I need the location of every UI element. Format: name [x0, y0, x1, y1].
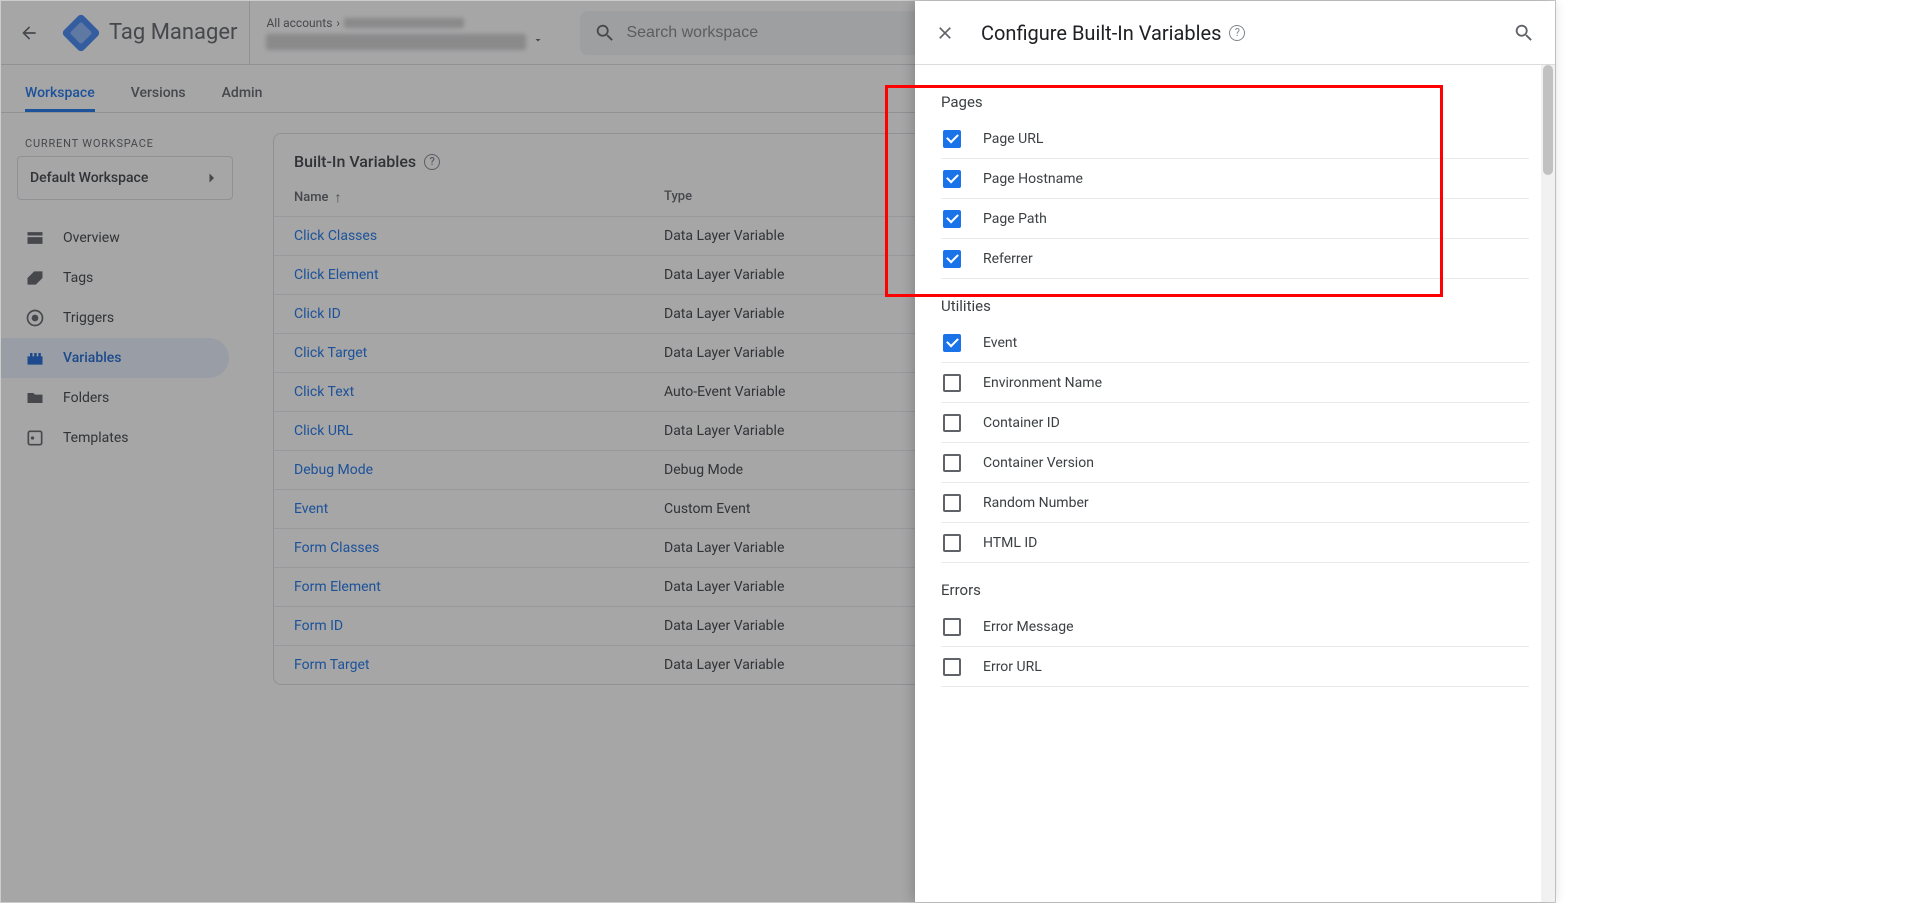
variable-option[interactable]: Event	[941, 323, 1529, 363]
option-label: Page Hostname	[983, 171, 1083, 187]
section-title: Pages	[941, 93, 1529, 111]
variable-option[interactable]: Error Message	[941, 607, 1529, 647]
variable-option[interactable]: Page Path	[941, 199, 1529, 239]
variable-option[interactable]: HTML ID	[941, 523, 1529, 563]
variable-option[interactable]: Environment Name	[941, 363, 1529, 403]
checkbox[interactable]	[943, 454, 961, 472]
checkbox[interactable]	[943, 414, 961, 432]
variable-option[interactable]: Page Hostname	[941, 159, 1529, 199]
option-label: Container ID	[983, 415, 1060, 431]
checkbox[interactable]	[943, 334, 961, 352]
option-label: Event	[983, 335, 1017, 351]
search-icon	[1513, 22, 1535, 44]
section-title: Utilities	[941, 297, 1529, 315]
option-label: Environment Name	[983, 375, 1102, 391]
option-label: Page Path	[983, 211, 1047, 227]
option-label: Error Message	[983, 619, 1074, 635]
variable-option[interactable]: Page URL	[941, 119, 1529, 159]
checkbox[interactable]	[943, 210, 961, 228]
checkbox[interactable]	[943, 130, 961, 148]
option-label: Referrer	[983, 251, 1033, 267]
close-icon	[935, 23, 955, 43]
configure-panel: Configure Built-In Variables ? Pages Page…	[915, 1, 1555, 902]
scrollbar-thumb[interactable]	[1543, 65, 1553, 175]
variable-option[interactable]: Error URL	[941, 647, 1529, 687]
checkbox[interactable]	[943, 374, 961, 392]
panel-title: Configure Built-In Variables	[981, 21, 1221, 45]
option-label: HTML ID	[983, 535, 1037, 551]
help-icon[interactable]: ?	[1229, 25, 1245, 41]
variable-option[interactable]: Random Number	[941, 483, 1529, 523]
checkbox[interactable]	[943, 658, 961, 676]
close-button[interactable]	[935, 23, 963, 43]
checkbox[interactable]	[943, 618, 961, 636]
checkbox[interactable]	[943, 534, 961, 552]
checkbox[interactable]	[943, 250, 961, 268]
variable-option[interactable]: Referrer	[941, 239, 1529, 279]
panel-search-button[interactable]	[1513, 22, 1535, 44]
variable-option[interactable]: Container Version	[941, 443, 1529, 483]
section-title: Errors	[941, 581, 1529, 599]
option-label: Page URL	[983, 131, 1043, 147]
option-label: Container Version	[983, 455, 1094, 471]
checkbox[interactable]	[943, 170, 961, 188]
scrollbar-track	[1541, 65, 1555, 902]
option-label: Random Number	[983, 495, 1089, 511]
option-label: Error URL	[983, 659, 1042, 675]
variable-option[interactable]: Container ID	[941, 403, 1529, 443]
checkbox[interactable]	[943, 494, 961, 512]
